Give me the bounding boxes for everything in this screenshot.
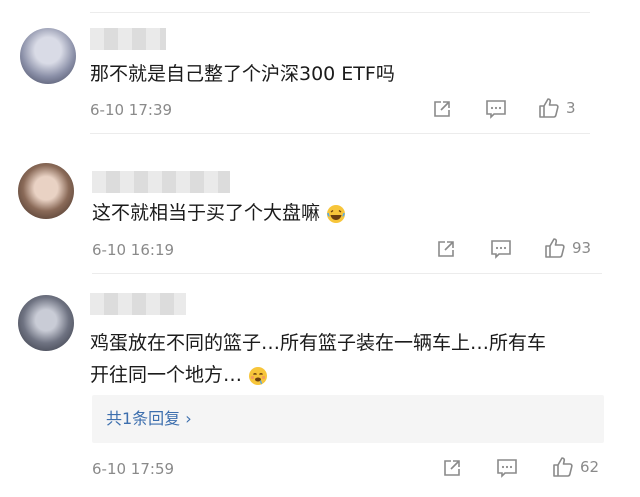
comment-text: 这不就相当于买了个大盘嘛 bbox=[92, 197, 346, 229]
share-button[interactable] bbox=[432, 99, 452, 119]
comment-divider bbox=[92, 273, 602, 274]
comment-item: 这不就相当于买了个大盘嘛 6-10 16:19 93 bbox=[0, 135, 640, 275]
comment-icon bbox=[497, 459, 517, 478]
thumbs-up-icon bbox=[539, 98, 559, 118]
username-blurred[interactable] bbox=[90, 293, 186, 315]
like-count: 3 bbox=[566, 99, 576, 117]
comment-icon bbox=[486, 100, 506, 119]
like-count: 62 bbox=[580, 458, 600, 476]
like-count: 93 bbox=[572, 239, 592, 257]
like-button[interactable]: 93 bbox=[544, 237, 591, 259]
comment-text: 那不就是自己整了个沪深300 ETF吗 bbox=[90, 63, 395, 85]
like-button[interactable]: 3 bbox=[538, 97, 576, 119]
comment-button[interactable] bbox=[490, 239, 512, 259]
comment-time: 6-10 17:39 bbox=[90, 101, 173, 119]
comment-text-body: 开往同一个地方… bbox=[90, 364, 243, 386]
drooling-emoji bbox=[249, 366, 268, 385]
comment-text-line1: 鸡蛋放在不同的篮子…所有篮子装在一辆车上…所有车 bbox=[90, 332, 547, 354]
comment-button[interactable] bbox=[485, 99, 507, 119]
username-blurred[interactable] bbox=[92, 171, 230, 193]
comment-item: 那不就是自己整了个沪深300 ETF吗 6-10 17:39 3 bbox=[0, 0, 640, 135]
comment-icon bbox=[491, 240, 511, 259]
reply-link[interactable]: 共1条回复 › bbox=[92, 395, 604, 443]
like-button[interactable]: 62 bbox=[552, 456, 599, 478]
comment-time: 6-10 16:19 bbox=[92, 241, 175, 259]
avatar[interactable] bbox=[18, 163, 74, 219]
username-blurred[interactable] bbox=[90, 28, 166, 50]
comment-text-line2: 开往同一个地方… bbox=[90, 359, 268, 391]
share-button[interactable] bbox=[436, 239, 456, 259]
comment-button[interactable] bbox=[496, 458, 518, 478]
avatar[interactable] bbox=[18, 295, 74, 351]
thumbs-up-icon bbox=[553, 457, 573, 477]
share-button[interactable] bbox=[442, 458, 462, 478]
share-icon bbox=[438, 241, 454, 257]
laughing-emoji bbox=[327, 204, 346, 223]
share-icon bbox=[444, 460, 460, 476]
avatar[interactable] bbox=[20, 28, 76, 84]
comment-item: 鸡蛋放在不同的篮子…所有篮子装在一辆车上…所有车 开往同一个地方… 共1条回复 … bbox=[0, 275, 640, 497]
comment-time: 6-10 17:59 bbox=[92, 460, 175, 478]
comment-divider bbox=[90, 133, 590, 134]
comment-text-body: 这不就相当于买了个大盘嘛 bbox=[92, 202, 321, 224]
share-icon bbox=[434, 101, 450, 117]
thumbs-up-icon bbox=[545, 238, 565, 258]
